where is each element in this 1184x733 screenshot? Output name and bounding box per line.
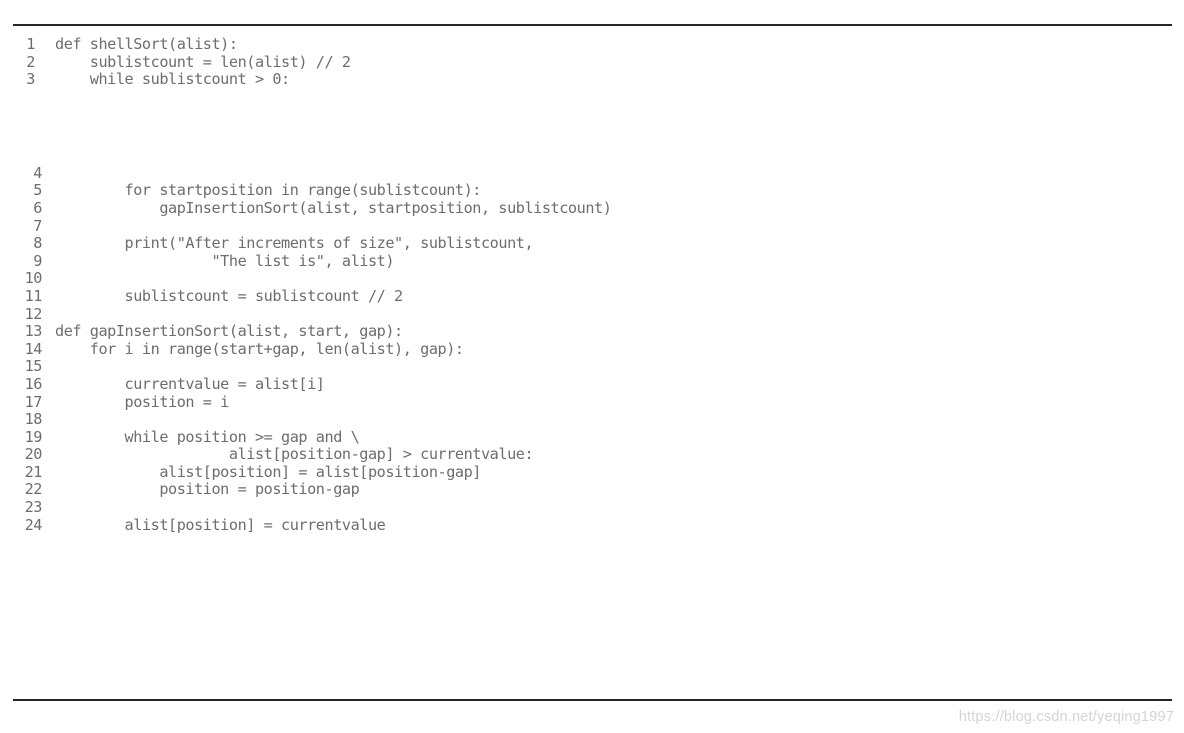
- top-horizontal-rule: [13, 24, 1172, 26]
- line-number: 1: [26, 35, 35, 53]
- line-number: 3: [26, 70, 35, 89]
- code-line: 21 alist[position] = alist[position-gap]: [0, 462, 1184, 482]
- code-listing: 1 def shellSort(alist): 2 sublistcount = l…: [0, 35, 1184, 535]
- watermark-text: https://blog.csdn.net/yeqing1997: [958, 709, 1174, 725]
- line-source: alist[position-gap] > currentvalue:: [55, 445, 534, 464]
- line-number: 12: [24, 304, 43, 323]
- code-line: 13 def gapInsertionSort(alist, start, gap…: [0, 323, 1184, 341]
- line-source: def shellSort(alist):: [55, 35, 238, 53]
- line-number: 7: [33, 216, 42, 235]
- line-source: for i in range(start+gap, len(alist), ga…: [55, 339, 464, 358]
- line-number: 8: [33, 234, 42, 253]
- code-line: 17 position = i: [0, 392, 1184, 412]
- code-listing-page: 1 def shellSort(alist): 2 sublistcount = l…: [0, 0, 1184, 733]
- line-number: 21: [24, 462, 43, 481]
- code-line: 24 alist[position] = currentvalue: [0, 515, 1184, 535]
- code-line: 10: [0, 270, 1184, 288]
- code-line: 4: [0, 163, 1184, 183]
- code-line: 12: [0, 304, 1184, 324]
- line-number: 24: [24, 515, 43, 534]
- code-line: 3 while sublistcount > 0:: [0, 71, 1184, 89]
- line-source: gapInsertionSort(alist, startposition, s…: [55, 198, 612, 217]
- line-source: position = i: [55, 392, 230, 411]
- line-number: 23: [24, 498, 43, 517]
- code-line: 19 while position >= gap and \: [0, 427, 1184, 447]
- line-source: while sublistcount > 0:: [55, 70, 290, 89]
- code-line: 14 for i in range(start+gap, len(alist),…: [0, 339, 1184, 359]
- code-line: 20 alist[position-gap] > currentvalue:: [0, 446, 1184, 464]
- line-source: print("After increments of size", sublis…: [55, 234, 534, 253]
- line-number: 9: [33, 251, 42, 270]
- line-source: def gapInsertionSort(alist, start, gap):: [55, 322, 403, 341]
- code-line: 7: [0, 216, 1184, 236]
- code-line: 11 sublistcount = sublistcount // 2: [0, 286, 1184, 306]
- code-line: 8 print("After increments of size", subl…: [0, 235, 1184, 253]
- code-line: 6 gapInsertionSort(alist, startposition,…: [0, 198, 1184, 218]
- line-source: sublistcount = sublistcount // 2: [55, 286, 404, 305]
- line-number: 13: [24, 322, 43, 341]
- code-line: 15: [0, 358, 1184, 376]
- code-line: 9 "The list is", alist): [0, 251, 1184, 271]
- line-source: currentvalue = alist[i]: [55, 374, 325, 393]
- line-source: sublistcount = len(alist) // 2: [55, 52, 351, 71]
- line-source: while position >= gap and \: [55, 427, 360, 446]
- line-source: alist[position] = alist[position-gap]: [55, 462, 481, 481]
- code-line: 22 position = position-gap: [0, 481, 1184, 499]
- line-number: 6: [33, 198, 42, 217]
- code-line: 5 for startposition in range(sublistcoun…: [0, 182, 1184, 200]
- line-source: position = position-gap: [55, 480, 360, 499]
- code-line: 1 def shellSort(alist):: [0, 35, 1184, 54]
- line-number: 11: [24, 286, 43, 305]
- line-source: alist[position] = currentvalue: [55, 515, 386, 534]
- bottom-horizontal-rule: [13, 699, 1172, 701]
- code-line: 2 sublistcount = len(alist) // 2: [0, 52, 1184, 72]
- line-number: 15: [24, 357, 43, 376]
- line-number: 16: [24, 374, 43, 393]
- line-number: 2: [26, 52, 35, 71]
- line-source: "The list is", alist): [55, 251, 395, 270]
- line-number: 18: [24, 410, 43, 429]
- line-number: 20: [24, 445, 43, 464]
- code-line: 18: [0, 410, 1184, 429]
- line-number: 22: [24, 480, 43, 499]
- line-number: 14: [24, 339, 43, 358]
- line-number: 5: [33, 181, 42, 200]
- line-number: 10: [24, 269, 43, 288]
- line-number: 4: [33, 163, 42, 182]
- code-line: 23: [0, 498, 1184, 517]
- line-source: for startposition in range(sublistcount)…: [55, 181, 482, 200]
- blank-gap: [0, 89, 1184, 165]
- code-line: 16 currentvalue = alist[i]: [0, 374, 1184, 394]
- line-number: 19: [24, 427, 43, 446]
- line-number: 17: [24, 392, 43, 411]
